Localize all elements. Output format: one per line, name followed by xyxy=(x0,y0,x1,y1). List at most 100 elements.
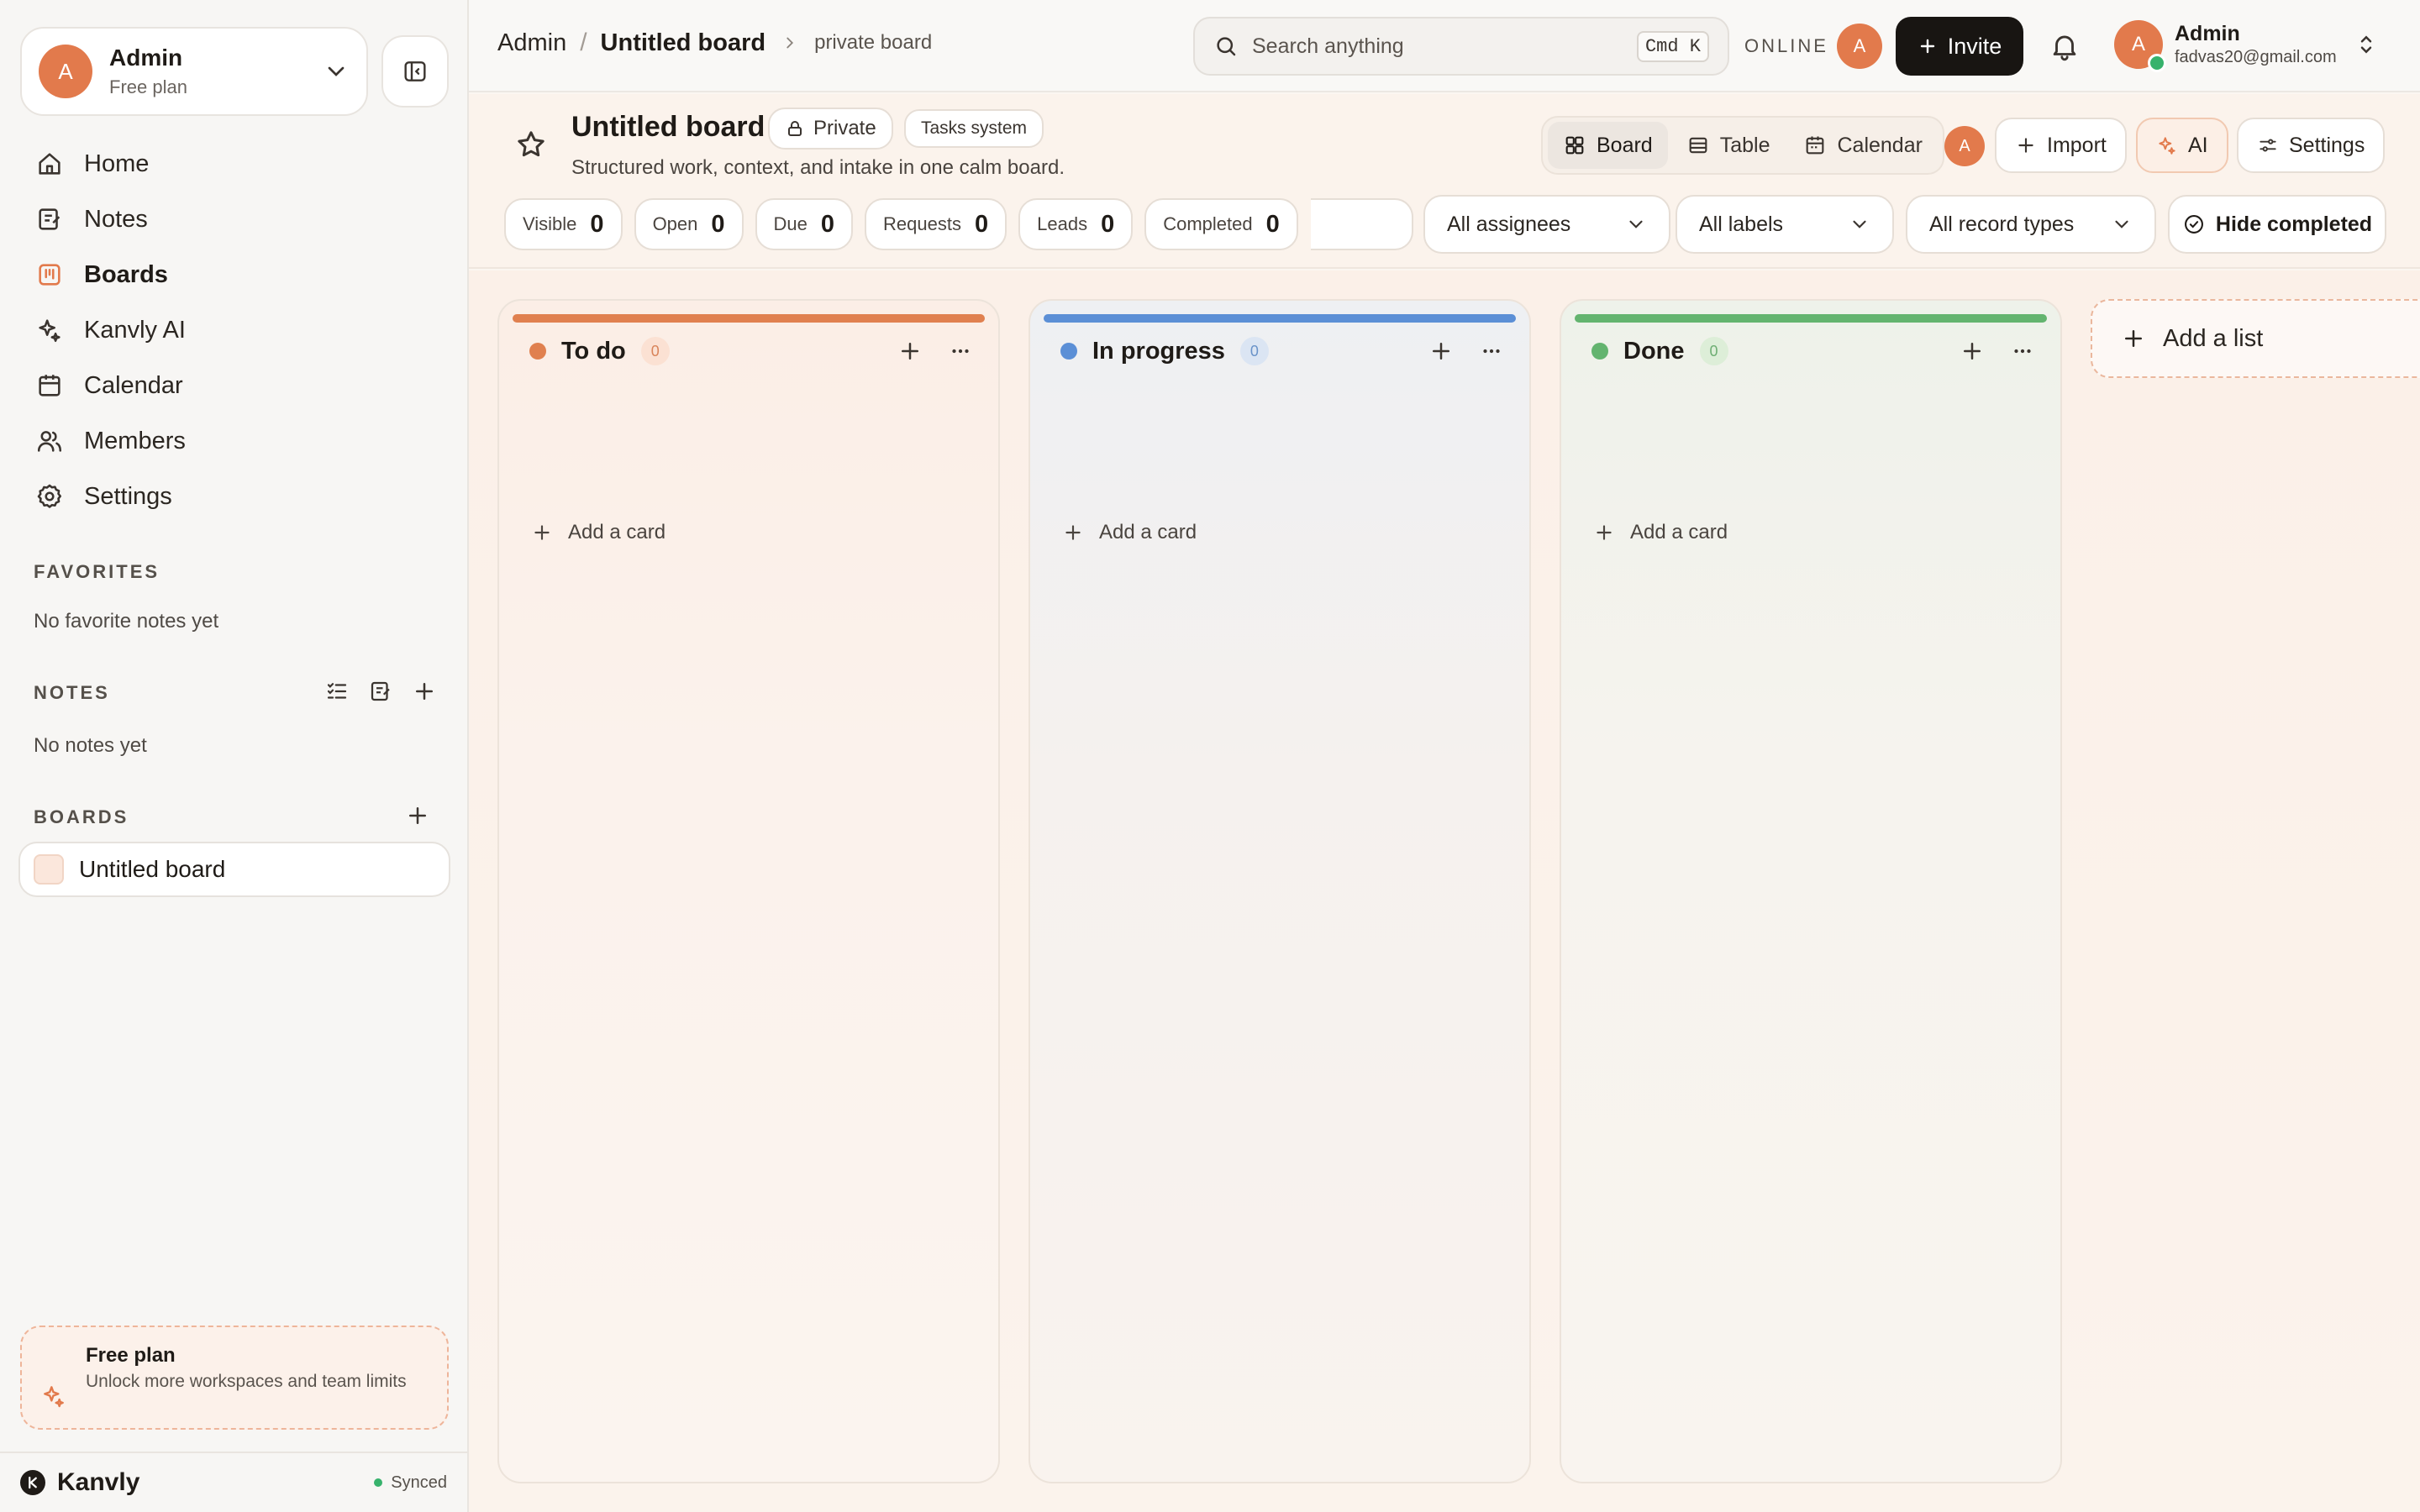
more-horizontal-icon[interactable] xyxy=(2010,339,2035,364)
online-user-avatar[interactable]: A xyxy=(1837,24,1882,69)
stat-label: Visible xyxy=(523,213,577,234)
list-card-count: 0 xyxy=(1699,337,1728,365)
breadcrumb-subtitle: private board xyxy=(814,31,933,54)
board-member-avatar[interactable]: A xyxy=(1944,126,1985,166)
sidebar-item-members[interactable]: Members xyxy=(20,413,449,469)
view-calendar-button[interactable]: Calendar xyxy=(1788,122,1937,169)
user-menu[interactable]: A Admin fadvas20@gmail.com xyxy=(2114,20,2379,72)
assignee-filter[interactable]: All assignees xyxy=(1423,195,1670,254)
import-label: Import xyxy=(2047,133,2107,157)
sync-dot-icon xyxy=(374,1478,383,1487)
chevron-down-icon xyxy=(1853,220,1866,228)
user-avatar: A xyxy=(2114,20,2166,72)
search-bar[interactable]: Cmd K xyxy=(1193,17,1729,76)
board-settings-label: Settings xyxy=(2289,133,2365,157)
list-title[interactable]: In progress xyxy=(1092,338,1225,365)
plus-icon[interactable] xyxy=(412,679,437,704)
checklist-icon[interactable] xyxy=(324,679,350,704)
plus-icon xyxy=(2018,138,2033,153)
stat-label: Completed xyxy=(1163,213,1253,234)
sync-status: Synced xyxy=(374,1473,447,1493)
chevron-right-icon xyxy=(786,37,794,49)
chevron-down-icon xyxy=(328,66,345,76)
add-card-button[interactable]: Add a card xyxy=(1062,521,1197,544)
sync-status-label: Synced xyxy=(391,1473,447,1492)
sidebar-item-calendar[interactable]: Calendar xyxy=(20,358,449,413)
sidebar-item-home[interactable]: Home xyxy=(20,136,449,192)
privacy-badge[interactable]: Private xyxy=(768,108,893,150)
search-input[interactable] xyxy=(1252,34,1637,59)
user-name: Admin xyxy=(2175,22,2240,45)
plus-icon[interactable] xyxy=(1960,339,1985,364)
board-title[interactable]: Untitled board xyxy=(571,111,765,144)
grid-icon xyxy=(1565,136,1584,155)
breadcrumb-root[interactable]: Admin xyxy=(497,29,566,57)
sparkle-icon xyxy=(44,1386,64,1408)
list-color-dot xyxy=(529,343,546,360)
favorites-empty-text: No favorite notes yet xyxy=(34,610,219,633)
sidebar-board-untitled[interactable]: Untitled board xyxy=(18,842,450,897)
user-email: fadvas20@gmail.com xyxy=(2175,48,2337,66)
privacy-label: Private xyxy=(813,117,876,139)
stat-leads[interactable]: Leads 0 xyxy=(1018,198,1134,250)
list-title[interactable]: To do xyxy=(561,338,626,365)
plus-icon[interactable] xyxy=(1428,339,1454,364)
stat-open[interactable]: Open 0 xyxy=(634,198,744,250)
add-list-label: Add a list xyxy=(2163,324,2264,352)
add-card-button[interactable]: Add a card xyxy=(1593,521,1728,544)
list-color-bar xyxy=(1044,314,1516,323)
scrolled-stat-pill[interactable] xyxy=(1311,198,1413,250)
add-card-button[interactable]: Add a card xyxy=(531,521,666,544)
home-icon xyxy=(39,153,60,175)
breadcrumb-board[interactable]: Untitled board xyxy=(601,29,766,57)
stat-completed[interactable]: Completed 0 xyxy=(1144,198,1298,250)
view-board-button[interactable]: Board xyxy=(1548,122,1668,169)
list-title[interactable]: Done xyxy=(1623,338,1685,365)
hide-completed-button[interactable]: Hide completed xyxy=(2168,195,2386,254)
label-filter[interactable]: All labels xyxy=(1676,195,1894,254)
stat-visible[interactable]: Visible 0 xyxy=(504,198,623,250)
top-bar: Admin / Untitled board private board Cmd… xyxy=(469,0,2420,92)
stat-value: 0 xyxy=(820,210,835,238)
check-circle-icon xyxy=(2184,215,2203,234)
record-type-filter[interactable]: All record types xyxy=(1906,195,2156,254)
sidebar-item-label: Kanvly AI xyxy=(84,316,186,344)
sidebar-board-label: Untitled board xyxy=(79,856,226,882)
sidebar-footer: Kanvly Synced xyxy=(0,1452,467,1512)
sidebar-item-notes[interactable]: Notes xyxy=(20,192,449,247)
sparkle-icon xyxy=(2159,137,2175,155)
list-column-in-progress: In progress 0 Add a card xyxy=(1028,299,1531,1483)
star-icon[interactable] xyxy=(514,128,548,161)
add-list-button[interactable]: Add a list xyxy=(2091,299,2420,378)
sidebar-item-boards[interactable]: Boards xyxy=(20,247,449,302)
more-horizontal-icon[interactable] xyxy=(1479,339,1504,364)
view-table-button[interactable]: Table xyxy=(1671,122,1786,169)
plus-icon xyxy=(2125,330,2142,347)
plus-icon xyxy=(534,525,550,540)
invite-button[interactable]: Invite xyxy=(1896,17,2023,76)
stat-requests[interactable]: Requests 0 xyxy=(865,198,1007,250)
add-board-icon[interactable] xyxy=(405,803,430,828)
members-icon xyxy=(37,431,62,452)
upgrade-plan-card[interactable]: Free plan Unlock more workspaces and tea… xyxy=(20,1326,449,1430)
user-avatar-letter: A xyxy=(2131,33,2145,55)
kanvly-logo-icon xyxy=(20,1470,45,1495)
board-settings-button[interactable]: Settings xyxy=(2237,118,2386,173)
ai-button[interactable]: AI xyxy=(2136,118,2228,173)
plan-card-title: Free plan xyxy=(86,1344,176,1367)
collapse-sidebar-button[interactable] xyxy=(381,35,449,108)
lock-icon xyxy=(788,121,802,136)
more-horizontal-icon[interactable] xyxy=(948,339,973,364)
board-type-tag: Tasks system xyxy=(904,109,1044,148)
plus-icon[interactable] xyxy=(897,339,923,364)
sidebar-item-kanvly-ai[interactable]: Kanvly AI xyxy=(20,302,449,358)
sidebar-item-label: Home xyxy=(84,150,150,177)
import-button[interactable]: Import xyxy=(1995,118,2127,173)
bell-icon[interactable] xyxy=(2049,30,2081,62)
stat-label: Due xyxy=(773,213,808,234)
sidebar-item-settings[interactable]: Settings xyxy=(20,469,449,524)
stat-due[interactable]: Due 0 xyxy=(755,198,854,250)
hide-completed-label: Hide completed xyxy=(2215,212,2373,236)
workspace-switcher[interactable]: A Admin Free plan xyxy=(20,27,368,116)
new-note-icon[interactable] xyxy=(368,679,393,704)
